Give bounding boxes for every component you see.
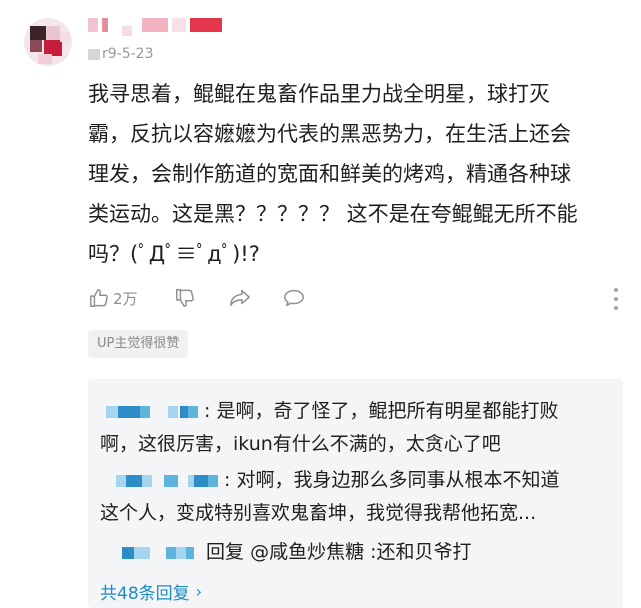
reply-text: : 对啊，我身边那么多同事从根本不知道 [224, 469, 560, 491]
view-all-replies-link[interactable]: 共48条回复 › [100, 579, 202, 604]
comment-line: 类运动。这是黑？？？？？ 这不是在夸鲲鲲无所不能 [88, 202, 578, 226]
reply-username[interactable] [100, 400, 204, 422]
comment-body: 我寻思着，鲲鲲在鬼畜作品里力战全明星，球打灭 霸，反抗以容嬷嬷为代表的黑恶势力，… [88, 74, 608, 274]
reply-button[interactable] [282, 287, 322, 309]
reply-item[interactable]: : 是啊，奇了怪了，鲲把所有明星都能打败 啊，这很厉害，ikun有什么不满的，太… [100, 395, 615, 461]
reply-username[interactable] [100, 469, 224, 491]
reply-text: : 是啊，奇了怪了，鲲把所有明星都能打败 [204, 400, 559, 422]
dislike-button[interactable] [174, 287, 228, 309]
share-button[interactable] [228, 287, 282, 309]
more-vertical-icon[interactable] [613, 288, 619, 310]
comment-line: 霸，反抗以容嬷嬷为代表的黑恶势力，在生活上还会 [88, 122, 571, 146]
comment-line: 我寻思着，鲲鲲在鬼畜作品里力战全明星，球打灭 [88, 82, 550, 106]
comment-actions: 2万 [88, 282, 628, 314]
reply-text: 回复 @咸鱼炒焦糖 :还和贝爷打 [206, 541, 472, 563]
thumbs-up-icon [88, 287, 110, 309]
like-button[interactable]: 2万 [88, 287, 174, 309]
reply-item[interactable]: : 对啊，我身边那么多同事从根本不知道 这个人，变成特别喜欢鬼畜坤，我觉得我帮他… [100, 464, 615, 530]
thumbs-down-icon [174, 287, 196, 309]
comment-line: 吗？(ﾟДﾟ≡ﾟдﾟ)!? [88, 242, 260, 266]
reply-item[interactable]: 回复 @咸鱼炒焦糖 :还和贝爷打 [100, 536, 615, 569]
up-liked-badge: UP主觉得很赞 [88, 330, 189, 358]
reply-text: 这个人，变成特别喜欢鬼畜坤，我觉得我帮他拓宽... [100, 502, 537, 524]
replies-panel: : 是啊，奇了怪了，鲲把所有明星都能打败 啊，这很厉害，ikun有什么不满的，太… [88, 379, 623, 608]
comment-line: 理发，会制作筋道的宽面和鲜美的烤鸡，精通各种球 [88, 162, 571, 186]
comment-date: r9-5-23 [102, 46, 154, 62]
more-replies-label: 共48条回复 [100, 584, 190, 604]
like-count: 2万 [113, 289, 138, 308]
avatar[interactable] [24, 18, 72, 66]
censored-block [88, 48, 100, 60]
chevron-right-icon: › [195, 582, 203, 601]
share-icon [228, 287, 252, 309]
comment-bubble-icon [282, 287, 306, 309]
reply-text: 啊，这很厉害，ikun有什么不满的，太贪心了吧 [100, 433, 501, 455]
username[interactable] [88, 16, 238, 36]
comment-meta: r9-5-23 [88, 44, 154, 64]
reply-username[interactable] [100, 541, 206, 563]
